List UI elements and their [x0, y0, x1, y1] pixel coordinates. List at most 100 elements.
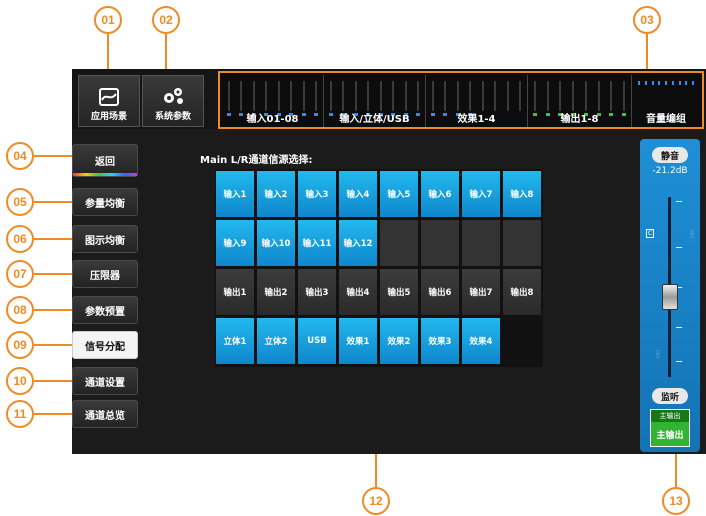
meter-bar	[518, 81, 521, 111]
monitor-button[interactable]: 监听	[652, 388, 688, 404]
meter-bar: 输入01-08 输入/立体/USB 效果1-4 输出1-8 音量编组	[218, 71, 704, 129]
callout-10-leader	[34, 380, 72, 382]
source-cell[interactable]: 立体1	[215, 317, 255, 365]
empty-cell	[379, 219, 419, 267]
fader-knob[interactable]	[662, 284, 678, 310]
callout-10: 10	[6, 367, 34, 395]
source-cell[interactable]: 输出2	[256, 268, 296, 316]
meter-bar	[289, 81, 294, 116]
source-cell[interactable]: 效果4	[461, 317, 501, 365]
system-settings-button[interactable]: 系统参数	[142, 75, 204, 127]
source-cell[interactable]: 输入10	[256, 219, 296, 267]
meter-bars	[638, 81, 694, 111]
meter-group-volume[interactable]: 音量编组	[632, 75, 700, 127]
meter-bar	[391, 81, 396, 116]
source-cell[interactable]: USB	[297, 317, 337, 365]
output-select[interactable]: 主输出 主输出	[650, 409, 690, 447]
source-cell[interactable]: 输入4	[338, 170, 378, 218]
callout-03: 01	[94, 6, 122, 34]
meter-bars	[227, 81, 318, 116]
back-button[interactable]: 返回	[72, 144, 138, 177]
meter-bar	[506, 81, 509, 111]
source-cell[interactable]: 立体2	[256, 317, 296, 365]
meter-bar	[658, 81, 661, 85]
source-cell[interactable]: 效果2	[379, 317, 419, 365]
source-cell[interactable]: 输出4	[338, 268, 378, 316]
meter-bar	[638, 81, 640, 85]
meter-bars	[533, 81, 626, 116]
source-cell[interactable]: 输入6	[420, 170, 460, 218]
meter-bar	[596, 81, 601, 116]
c-marker: C	[646, 229, 654, 238]
scene-button[interactable]: 应用场景	[78, 75, 140, 127]
meter-bar	[678, 81, 681, 85]
device-screen: 应用场景 系统参数 输入01-08 输入/立体/USB 效果1-4 输出1-8 …	[72, 69, 706, 454]
empty-cell	[420, 219, 460, 267]
callout-02-leader	[165, 34, 167, 69]
meter-bar	[558, 81, 563, 116]
mute-button[interactable]: 静音	[652, 147, 688, 163]
source-cell[interactable]: 输出5	[379, 268, 419, 316]
meter-bar	[455, 81, 460, 116]
fader-tick	[676, 247, 682, 248]
source-cell[interactable]: 输入11	[297, 219, 337, 267]
source-cell[interactable]: 输出1	[215, 268, 255, 316]
source-cell[interactable]: 效果3	[420, 317, 460, 365]
source-cell[interactable]: 输出7	[461, 268, 501, 316]
source-cell[interactable]: 输入7	[461, 170, 501, 218]
nav-label: 压限器	[90, 270, 120, 282]
meter-label: 效果1-4	[457, 114, 496, 125]
callout-11: 11	[6, 400, 34, 428]
routing-title: Main L/R通道信源选择:	[200, 155, 313, 166]
nav-channel-overview[interactable]: 通道总览	[72, 400, 138, 428]
meter-group-stereo-usb[interactable]: 输入/立体/USB	[324, 75, 426, 127]
source-cell[interactable]: 输出3	[297, 268, 337, 316]
source-cell[interactable]: 输出8	[502, 268, 542, 316]
source-cell[interactable]: 输入12	[338, 219, 378, 267]
meter-bars	[329, 81, 420, 116]
meter-group-effects[interactable]: 效果1-4	[426, 75, 528, 127]
source-cell[interactable]: 输出6	[420, 268, 460, 316]
meter-group-inputs[interactable]: 输入01-08	[222, 75, 324, 127]
nav-label: 通道设置	[85, 377, 125, 389]
source-cell[interactable]: 输入8	[502, 170, 542, 218]
top-bar: 应用场景 系统参数 输入01-08 输入/立体/USB 效果1-4 输出1-8 …	[72, 69, 706, 129]
fader-tick	[676, 361, 682, 362]
fader-tick	[676, 201, 682, 202]
nav-compressor[interactable]: 压限器	[72, 260, 138, 288]
meter-bar	[692, 81, 694, 85]
source-cell[interactable]: 输入9	[215, 219, 255, 267]
meter-group-outputs[interactable]: 输出1-8	[528, 75, 632, 127]
callout-02: 02	[152, 6, 180, 34]
meter-bar	[494, 81, 497, 111]
nav-presets[interactable]: 参数预置	[72, 296, 138, 324]
callout-07-leader	[34, 273, 72, 275]
back-rainbow-strip	[73, 173, 137, 176]
meter-bar	[468, 81, 473, 116]
nav-label: 信号分配	[85, 341, 125, 353]
source-cell[interactable]: 效果1	[338, 317, 378, 365]
nav-channel-settings[interactable]: 通道设置	[72, 367, 138, 395]
source-cell[interactable]: 输入3	[297, 170, 337, 218]
level-readout: -21.2dB	[652, 166, 688, 176]
source-grid: 输入1 输入2 输入3 输入4 输入5 输入6 输入7 输入8 输入9 输入10 输入11 输入12 输…	[215, 169, 543, 367]
source-cell[interactable]: 输入2	[256, 170, 296, 218]
meter-bar	[239, 81, 244, 116]
nav-geq[interactable]: 图示均衡	[72, 225, 138, 253]
meter-bar	[378, 81, 383, 116]
source-cell[interactable]: 输入1	[215, 170, 255, 218]
source-cell[interactable]: 输入5	[379, 170, 419, 218]
nav-routing[interactable]: 信号分配	[72, 331, 138, 359]
meter-bar	[403, 81, 408, 116]
empty-cell	[502, 219, 542, 267]
callout-01-leader	[646, 34, 648, 71]
nav-label: 图示均衡	[85, 235, 125, 247]
callout-13-leader	[675, 454, 677, 487]
callout-04: 04	[6, 142, 34, 170]
meter-bar	[415, 81, 420, 116]
callout-08-leader	[34, 309, 72, 311]
callout-06: 06	[6, 225, 34, 253]
nav-peq[interactable]: 参量均衡	[72, 188, 138, 216]
callout-08: 08	[6, 296, 34, 324]
scene-label: 应用场景	[90, 112, 127, 122]
